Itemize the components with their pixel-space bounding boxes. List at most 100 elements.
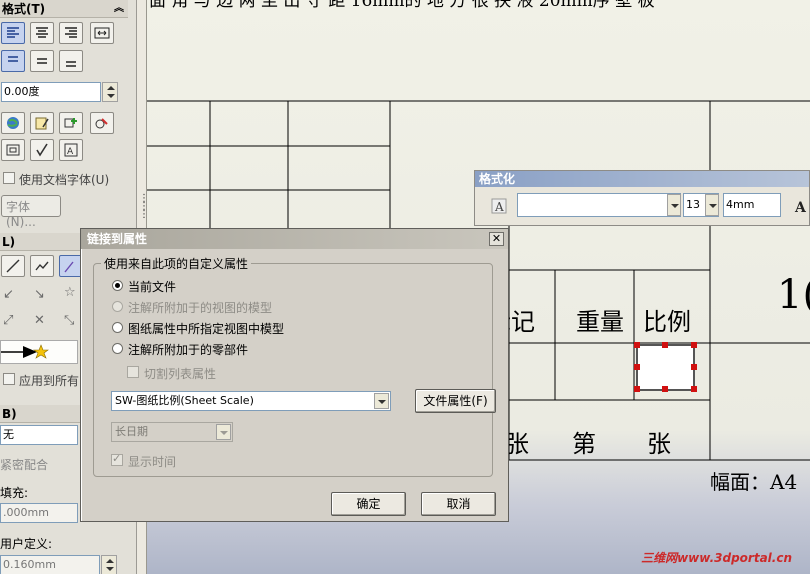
auto-leader-icon	[64, 261, 74, 273]
globe-icon	[7, 117, 19, 129]
fill-label: 填充:	[0, 486, 29, 500]
valign-top-icon	[8, 56, 18, 62]
symbol-library-icon	[95, 118, 108, 129]
justify-button[interactable]	[90, 22, 114, 44]
symbol-library-button[interactable]	[90, 112, 114, 134]
custom-label: 用户定义:	[0, 537, 53, 551]
date-format-select[interactable]: 长日期	[111, 422, 233, 442]
font-color-button[interactable]: A	[789, 195, 810, 217]
custom-value-spinner[interactable]	[101, 555, 117, 574]
align-right-button[interactable]	[59, 22, 83, 44]
apply-all-checkbox[interactable]	[3, 373, 15, 385]
align-right-icon	[65, 27, 77, 38]
text-format-header-label: 格式(T)	[2, 2, 46, 16]
cut-list-checkbox[interactable]	[127, 366, 139, 378]
align-left-button[interactable]	[1, 22, 25, 44]
leader-cross-icon[interactable]: ✕	[34, 313, 45, 328]
close-icon[interactable]: ✕	[489, 232, 504, 246]
use-doc-font-checkbox[interactable]	[3, 172, 15, 184]
stack-note-icon: A	[64, 143, 78, 157]
text-format-group-header[interactable]: 格式(T) ︽	[0, 0, 128, 18]
leader-straight-button[interactable]	[1, 255, 25, 277]
font-name-select[interactable]	[517, 193, 681, 217]
insert-note-button[interactable]	[30, 112, 54, 134]
angle-spinner[interactable]	[102, 82, 118, 102]
fill-value-input[interactable]: .000mm	[0, 503, 78, 523]
chevron-down-icon[interactable]	[374, 393, 389, 409]
custom-value-input[interactable]: 0.160mm	[0, 555, 100, 574]
valign-middle-icon	[37, 58, 47, 64]
leader-star-icon[interactable]: ☆	[64, 285, 76, 300]
date-format-value: 长日期	[115, 425, 148, 438]
property-select[interactable]: SW-图纸比例(Sheet Scale)	[111, 391, 391, 411]
title-block-paper-size[interactable]: 幅面：A4	[710, 466, 797, 495]
arrow-style-select[interactable]	[0, 340, 78, 364]
format-toolbar-title[interactable]: 格式化	[475, 171, 809, 187]
leader-multi-icon[interactable]: ⤢	[3, 313, 13, 328]
valign-middle-button[interactable]	[30, 50, 54, 72]
align-left-icon	[7, 27, 19, 38]
valign-bottom-button[interactable]	[59, 50, 83, 72]
note-edit-icon	[35, 117, 49, 130]
border-box-button[interactable]	[1, 139, 25, 161]
property-select-value: SW-图纸比例(Sheet Scale)	[115, 394, 254, 407]
option-current-file-label: 当前文件	[128, 280, 177, 294]
cut-list-label: 切割列表属性	[144, 367, 217, 381]
border-box-icon	[6, 144, 20, 156]
font-size-dropdown[interactable]	[705, 194, 719, 216]
title-block-sheet-right[interactable]: 张	[647, 424, 671, 459]
add-symbol-button[interactable]	[59, 112, 83, 134]
valign-bottom-icon	[66, 61, 76, 67]
svg-text:A: A	[794, 200, 807, 214]
show-time-checkbox[interactable]	[111, 452, 123, 466]
check-symbol-icon	[36, 143, 48, 157]
leader-style-icon[interactable]: ↙	[3, 287, 14, 302]
site-watermark: 三维网www.3dportal.cn	[641, 551, 792, 565]
angle-input[interactable]: 0.00度	[1, 82, 101, 102]
cancel-button[interactable]: 取消	[421, 492, 496, 516]
bom-header-label: B)	[2, 407, 17, 421]
svg-text:A: A	[67, 147, 74, 157]
balloon-style-select[interactable]: 无	[0, 425, 78, 445]
leader-curve-icon[interactable]: ↘	[34, 287, 45, 302]
chevron-down-icon[interactable]	[216, 424, 231, 440]
add-symbol-icon	[64, 118, 77, 128]
bent-leader-icon	[35, 261, 49, 271]
font-letter-icon: A	[491, 198, 507, 214]
file-properties-button[interactable]: 文件属性(F)	[415, 389, 496, 413]
radio-current-file[interactable]	[112, 280, 123, 291]
radio-sheet-model[interactable]	[112, 322, 123, 333]
title-block-sheet-number-label[interactable]: 第	[572, 424, 596, 459]
leader-branch-icon[interactable]: ⤡	[64, 313, 74, 328]
custom-property-group-label: 使用来自此项的自定义属性	[101, 255, 252, 272]
apply-all-label: 应用到所有	[19, 374, 80, 388]
selection-box[interactable]	[634, 342, 697, 392]
font-button[interactable]: 字体(N)...	[1, 195, 61, 229]
title-block-weight-label[interactable]: 重量	[576, 302, 624, 337]
radio-component[interactable]	[112, 343, 123, 354]
show-time-label: 显示时间	[128, 455, 177, 469]
dialog-title: 链接到属性	[87, 232, 148, 246]
ok-button[interactable]: 确定	[331, 492, 406, 516]
link-property-button[interactable]	[1, 112, 25, 134]
leader-bent-button[interactable]	[30, 255, 54, 277]
text-height-input[interactable]: 4mm	[723, 193, 781, 217]
tight-fit-label: 紧密配合	[0, 458, 49, 472]
dialog-titlebar[interactable]: 链接到属性 ✕	[81, 229, 508, 249]
radio-view-model[interactable]	[112, 301, 123, 312]
title-block-big-number[interactable]: 1(	[777, 272, 810, 318]
check-symbol-button[interactable]	[30, 139, 54, 161]
arrow-star-icon	[1, 344, 49, 359]
use-doc-font-label: 使用文档字体(U)	[19, 173, 110, 187]
collapse-chevron-icon[interactable]: ︽	[114, 0, 124, 18]
justify-icon	[94, 27, 110, 39]
title-block-scale-label[interactable]: 比例	[643, 302, 691, 337]
leader-header-label: L)	[2, 235, 16, 249]
option-component-label: 注解所附加于的零部件	[128, 343, 249, 357]
font-style-button[interactable]: A	[487, 195, 511, 217]
font-name-dropdown[interactable]	[667, 194, 681, 216]
stack-note-button[interactable]: A	[59, 139, 83, 161]
valign-top-button[interactable]	[1, 50, 25, 72]
align-center-icon	[36, 27, 48, 38]
align-center-button[interactable]	[30, 22, 54, 44]
